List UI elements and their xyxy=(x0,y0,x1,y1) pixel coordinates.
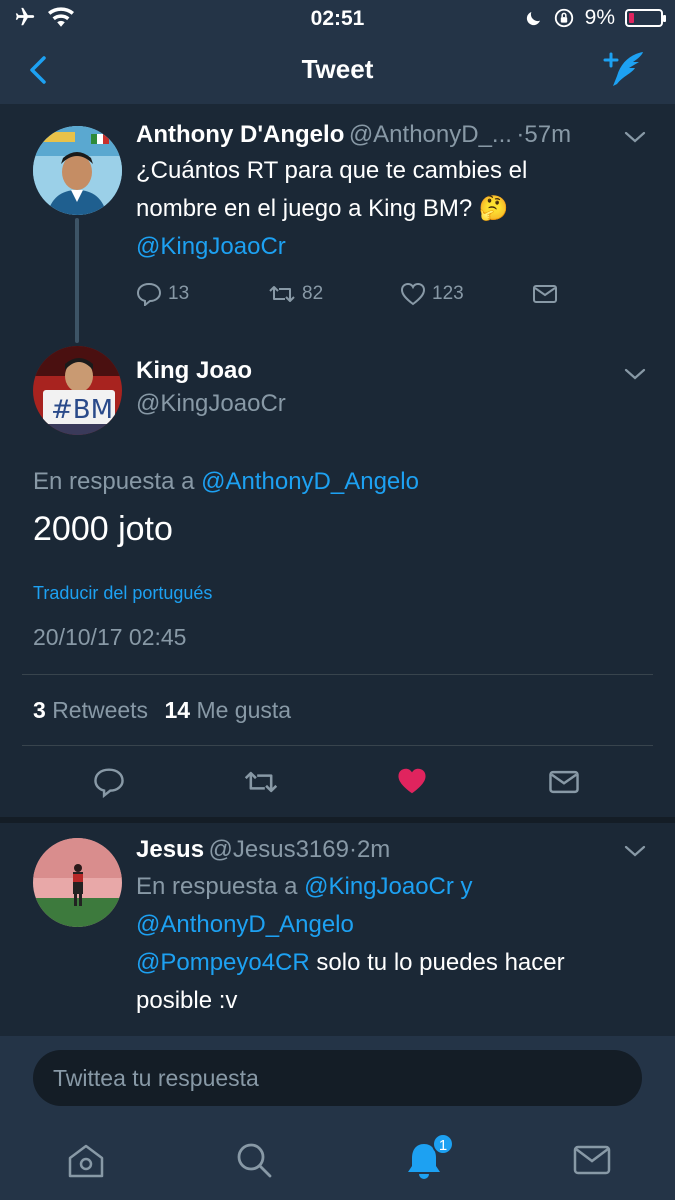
chevron-down-icon[interactable] xyxy=(623,844,647,858)
tweet-text-line: nombre en el juego a King BM? 🤔 xyxy=(136,195,509,222)
mail-icon xyxy=(533,285,557,303)
mention-link[interactable]: @KingJoaoCr xyxy=(136,228,656,266)
dm-button[interactable] xyxy=(532,283,558,305)
messages-icon[interactable] xyxy=(570,1138,614,1182)
translate-link[interactable]: Traducir del portugués xyxy=(33,583,212,604)
moon-icon xyxy=(526,12,540,26)
likes-count[interactable]: 14 xyxy=(164,697,190,723)
like-button[interactable]: 123 xyxy=(400,282,532,306)
mention-link[interactable]: @AnthonyD_Angelo xyxy=(136,906,656,944)
author-handle[interactable]: @Jesus3169 xyxy=(209,836,349,863)
retweets-count[interactable]: 3 xyxy=(33,697,46,723)
reply-context: En respuesta a @AnthonyD_Angelo xyxy=(33,468,419,496)
status-bar: 02:51 9% xyxy=(0,0,675,36)
header: 02:51 9% Tweet xyxy=(0,0,675,104)
svg-text:#BM: #BM xyxy=(51,395,113,425)
section-separator xyxy=(0,817,675,823)
reply-prefix: En respuesta a xyxy=(33,468,202,495)
reply-button[interactable]: 13 xyxy=(136,282,268,306)
avatar[interactable]: #BM xyxy=(33,346,122,435)
divider xyxy=(22,674,653,675)
heart-icon xyxy=(400,282,426,306)
compose-tweet-icon[interactable] xyxy=(601,46,649,92)
heart-icon[interactable] xyxy=(396,766,428,796)
like-count: 123 xyxy=(432,283,464,304)
likes-label[interactable]: Me gusta xyxy=(196,697,291,723)
reply-input[interactable]: Twittea tu respuesta xyxy=(33,1050,642,1106)
tweet-text-segment: solo tu lo puedes hacer xyxy=(309,949,565,976)
retweet-icon[interactable] xyxy=(243,768,279,796)
tweet-text: ¿Cuántos RT para que te cambies el nombr… xyxy=(136,152,656,266)
chevron-down-icon[interactable] xyxy=(623,130,647,144)
author-handle[interactable]: @KingJoaoCr xyxy=(136,390,286,418)
reply-prefix: En respuesta a xyxy=(136,873,305,900)
mail-icon[interactable] xyxy=(548,768,580,796)
tweet-text: En respuesta a @KingJoaoCr y @AnthonyD_A… xyxy=(136,868,656,1020)
retweet-button[interactable]: 82 xyxy=(268,283,400,305)
tweet-text-line: @Pompeyo4CR solo tu lo puedes hacer xyxy=(136,944,656,982)
tweet-text-line: ¿Cuántos RT para que te cambies el xyxy=(136,157,528,184)
battery-icon xyxy=(625,9,666,27)
thread-line xyxy=(75,218,79,343)
battery-level xyxy=(629,13,634,23)
tweet-actions: 13 82 123 xyxy=(136,282,566,306)
avatar[interactable] xyxy=(33,126,122,215)
home-icon[interactable] xyxy=(64,1138,108,1182)
retweet-count: 82 xyxy=(302,283,324,304)
reply-icon xyxy=(136,282,162,306)
retweets-label[interactable]: Retweets xyxy=(52,697,148,723)
avatar[interactable] xyxy=(33,838,122,927)
notification-badge: 1 xyxy=(432,1133,454,1155)
mention-link[interactable]: @AnthonyD_Angelo xyxy=(201,468,419,495)
reply-context: En respuesta a @KingJoaoCr y xyxy=(136,868,656,906)
tweet-timestamp: 20/10/17 02:45 xyxy=(33,624,187,650)
tab-bar xyxy=(0,1120,675,1200)
tweet-header: Jesus @Jesus3169·2m xyxy=(136,836,390,864)
search-icon[interactable] xyxy=(232,1138,276,1182)
tweet-time: ·57m xyxy=(516,121,572,148)
author-name[interactable]: Anthony D'Angelo xyxy=(136,121,344,148)
rotation-lock-icon xyxy=(554,8,573,28)
battery-percent: 9% xyxy=(584,6,615,29)
reply-join: y xyxy=(453,873,473,900)
tweet-text: 2000 joto xyxy=(33,510,173,548)
mention-link[interactable]: @Pompeyo4CR xyxy=(136,949,310,976)
author-name[interactable]: Jesus xyxy=(136,836,204,863)
page-title: Tweet xyxy=(301,54,374,84)
tweet-stats: 3 Retweets 14 Me gusta xyxy=(33,697,291,724)
reply-icon[interactable] xyxy=(93,766,125,798)
chevron-down-icon[interactable] xyxy=(623,367,647,381)
nav-bar: Tweet xyxy=(0,36,675,104)
tweet-text-line: posible :v xyxy=(136,987,238,1014)
author-name[interactable]: King Joao xyxy=(136,357,252,385)
author-handle[interactable]: @AnthonyD_... xyxy=(349,121,512,148)
reply-bar: Twittea tu respuesta xyxy=(0,1036,675,1120)
retweet-icon xyxy=(269,286,295,302)
divider xyxy=(22,745,653,746)
tweet-header: Anthony D'Angelo @AnthonyD_... ·57m xyxy=(136,121,636,149)
mention-link[interactable]: @KingJoaoCr xyxy=(304,873,454,900)
tweet-time: ·2m xyxy=(348,836,391,863)
reply-count: 13 xyxy=(168,283,190,304)
